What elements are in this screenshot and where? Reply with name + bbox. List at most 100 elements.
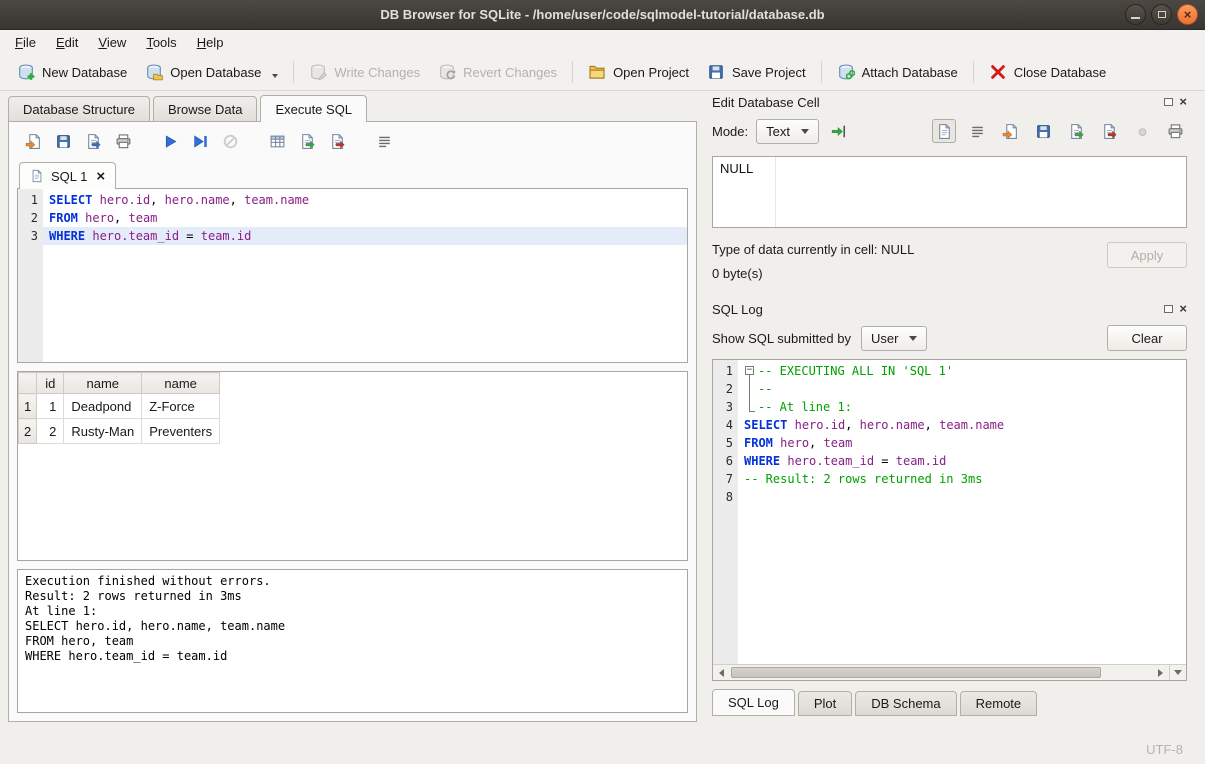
import-sql-icon[interactable] [295,129,319,153]
results-table[interactable]: idnamename11DeadpondZ-Force22Rusty-ManPr… [18,372,220,444]
scroll-left-icon[interactable] [713,665,730,680]
result-cell[interactable]: Z-Force [142,394,220,419]
app-window: DB Browser for SQLite - /home/user/code/… [0,0,1205,764]
open-database-dropdown-icon[interactable] [272,74,278,78]
open-sql-file-icon[interactable] [21,129,45,153]
sql-doc-tab-bar: SQL 1 × [9,160,696,188]
chevron-down-icon [909,336,917,341]
print-sql-icon[interactable] [111,129,135,153]
cell-editor[interactable]: NULL [712,156,1187,228]
export-cell-icon[interactable] [1097,119,1121,143]
scrollbar-track[interactable] [731,667,1151,678]
execute-all-icon[interactable] [158,129,182,153]
close-panel-icon[interactable]: × [1179,97,1187,107]
line-number: 3 [713,398,738,416]
tab-execute-sql[interactable]: Execute SQL [260,95,367,122]
float-panel-icon[interactable] [1164,98,1173,106]
maximize-icon[interactable] [1151,4,1172,25]
dock-tab-bar: SQL LogPlotDB SchemaRemote [712,689,1187,716]
result-cell[interactable]: Deadpond [64,394,142,419]
code-text: -- Result: 2 rows returned in 3ms [738,470,1186,488]
filter-label: Show SQL submitted by [712,331,851,346]
line-number: 6 [713,452,738,470]
toolbar-separator [572,61,573,83]
project-open-icon [588,63,606,81]
tab-browse-data[interactable]: Browse Data [153,96,257,122]
scroll-right-icon[interactable] [1152,665,1169,680]
title-bar[interactable]: DB Browser for SQLite - /home/user/code/… [0,0,1205,30]
dock-tab-remote[interactable]: Remote [960,691,1038,716]
float-panel-icon[interactable] [1164,305,1173,313]
menu-tools[interactable]: Tools [136,32,186,53]
fold-end-icon [744,398,758,416]
scrollbar-thumb[interactable] [731,667,1101,678]
code-text: -- At line 1: [738,398,1186,416]
minimize-icon[interactable] [1125,4,1146,25]
database-write-icon [309,63,327,81]
sql-log-view[interactable]: 1−-- EXECUTING ALL IN 'SQL 1'2--3-- At l… [712,359,1187,681]
set-null-icon [1130,119,1154,143]
fold-start-icon[interactable]: − [744,362,758,380]
result-cell[interactable]: 2 [37,419,64,444]
auto-format-icon[interactable] [372,129,396,153]
attach-database-button-label: Attach Database [862,65,958,80]
menu-edit[interactable]: Edit [46,32,88,53]
dock-tab-plot[interactable]: Plot [798,691,852,716]
text-mode-icon[interactable] [932,119,956,143]
editor-line: 1SELECT hero.id, hero.name, team.name [18,191,687,209]
write-changes-button-label: Write Changes [334,65,420,80]
clear-button[interactable]: Clear [1107,325,1187,351]
horizontal-scrollbar[interactable] [713,664,1186,680]
sql-tab-label: SQL 1 [51,169,87,184]
result-cell[interactable]: Preventers [142,419,220,444]
export-results-icon[interactable] [265,129,289,153]
line-number: 3 [18,227,43,245]
mode-select[interactable]: Text [756,119,819,144]
column-header[interactable]: name [142,373,220,394]
new-database-button[interactable]: New Database [8,58,136,86]
sql-editor[interactable]: 1SELECT hero.id, hero.name, team.name2FR… [17,188,688,363]
close-database-button[interactable]: Close Database [980,58,1116,86]
import-cell-data-icon[interactable] [827,119,851,143]
attach-database-button[interactable]: Attach Database [828,58,967,86]
scroll-down-icon[interactable] [1169,665,1186,680]
close-tab-icon[interactable]: × [96,169,105,184]
open-database-button[interactable]: Open Database [136,58,287,86]
line-number: 1 [18,191,43,209]
revert-changes-button: Revert Changes [429,58,566,86]
execution-output: Execution finished without errors. Resul… [17,569,688,713]
menu-view[interactable]: View [88,32,136,53]
dock-tab-db-schema[interactable]: DB Schema [855,691,956,716]
word-wrap-icon[interactable] [965,119,989,143]
result-cell[interactable]: 1 [37,394,64,419]
open-project-button[interactable]: Open Project [579,58,698,86]
save-file-icon[interactable] [1031,119,1055,143]
code-text: -- [738,380,1186,398]
sql-log-filter-row: Show SQL submitted by User Clear [712,323,1187,353]
result-cell[interactable]: Rusty-Man [64,419,142,444]
log-line: 6WHERE hero.team_id = team.id [713,452,1186,470]
row-header[interactable]: 1 [19,394,37,419]
tab-sql-1[interactable]: SQL 1 × [19,162,116,189]
column-header[interactable]: id [37,373,64,394]
tab-database-structure[interactable]: Database Structure [8,96,150,122]
execute-current-line-icon[interactable] [188,129,212,153]
import-cell-icon[interactable] [1064,119,1088,143]
find-replace-icon[interactable] [325,129,349,153]
toolbar-separator [973,61,974,83]
row-header[interactable]: 2 [19,419,37,444]
column-header[interactable]: name [64,373,142,394]
close-icon[interactable]: × [1177,4,1198,25]
filter-select[interactable]: User [861,326,927,351]
menu-help[interactable]: Help [187,32,234,53]
print-cell-icon[interactable] [1163,119,1187,143]
log-line: 7-- Result: 2 rows returned in 3ms [713,470,1186,488]
open-file-icon[interactable] [998,119,1022,143]
close-panel-icon[interactable]: × [1179,304,1187,314]
database-revert-icon [438,63,456,81]
menu-file[interactable]: File [5,32,46,53]
save-sql-as-icon[interactable] [81,129,105,153]
save-sql-file-icon[interactable] [51,129,75,153]
dock-tab-sql-log[interactable]: SQL Log [712,689,795,716]
save-project-button[interactable]: Save Project [698,58,815,86]
